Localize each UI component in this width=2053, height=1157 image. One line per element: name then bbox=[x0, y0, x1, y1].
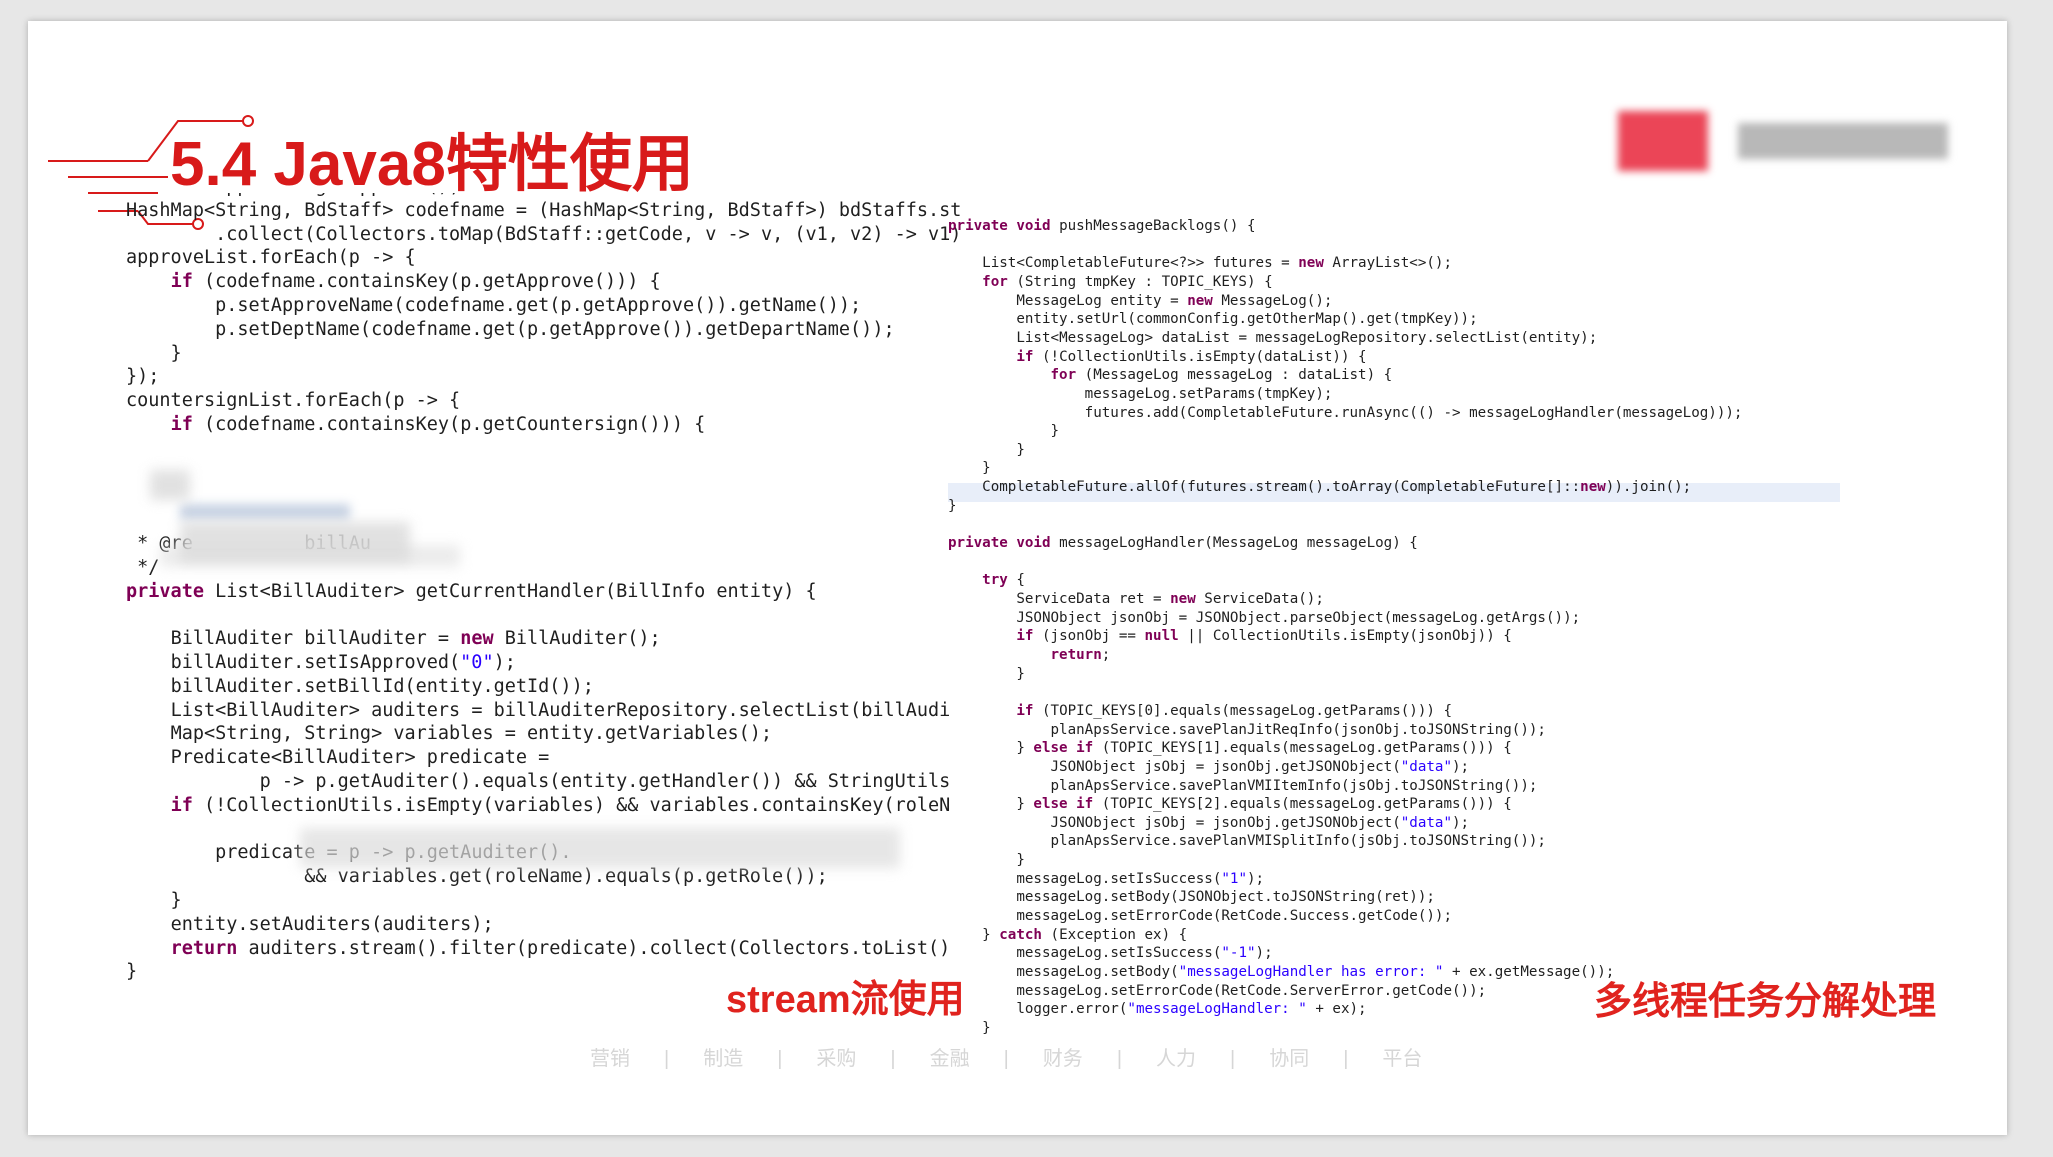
footer-separator: | bbox=[1343, 1048, 1349, 1070]
left-code-line: private List<BillAuditer> getCurrentHand… bbox=[126, 580, 817, 602]
right-code-line: MessageLog entity = new MessageLog(); bbox=[1016, 292, 1333, 309]
left-code-line: if (!CollectionUtils.isEmpty(variables) … bbox=[170, 794, 951, 816]
right-code-line: private void pushMessageBacklogs() { bbox=[948, 218, 1256, 234]
footer-item: 财务 bbox=[1042, 1048, 1083, 1070]
footer-item: 营销 bbox=[590, 1048, 630, 1070]
footer-item: 金融 bbox=[929, 1048, 970, 1070]
left-code-line: billAuditer.setIsApproved("0"); bbox=[170, 652, 516, 673]
right-code-line: entity.setUrl(commonConfig.getOtherMap()… bbox=[1016, 311, 1478, 328]
left-code-line: p.setDeptName(codefname.get(p.getApprove… bbox=[215, 318, 895, 340]
left-code-line: billAuditer.setBillId(entity.getId()); bbox=[170, 675, 594, 697]
footer-separator: | bbox=[777, 1048, 783, 1070]
left-code-line: */ bbox=[126, 556, 160, 578]
footer-separator: | bbox=[1116, 1048, 1123, 1070]
footer-item: 人力 bbox=[1156, 1048, 1197, 1070]
right-code-line: futures.add(CompletableFuture.runAsync((… bbox=[1084, 404, 1743, 421]
left-code-line: if (codefname.containsKey(p.getApprove()… bbox=[170, 271, 661, 293]
blurred-region bbox=[300, 828, 900, 868]
right-code-line: for (String tmpKey : TOPIC_KEYS) { bbox=[982, 273, 1273, 290]
right-code-line: messageLog.setErrorCode(RetCode.ServerEr… bbox=[1016, 982, 1487, 999]
right-code-line: CompletableFuture.allOf(futures.stream()… bbox=[982, 479, 1692, 496]
footer-nav: 营销 | 制造 | 采购 | 金融 | 财务 | 人力 | 协同 | 平台 bbox=[590, 1042, 1422, 1071]
slide-title: 5.4 Java8特性使用 bbox=[170, 130, 694, 199]
right-code-line: JSONObject jsObj = jsonObj.getJSONObject… bbox=[1050, 758, 1470, 775]
blurred-region bbox=[180, 504, 350, 520]
footer-item: 平台 bbox=[1382, 1048, 1423, 1070]
right-code-line: messageLog.setBody(JSONObject.toJSONStri… bbox=[1016, 889, 1435, 906]
left-code-line: return auditers.stream().filter(predicat… bbox=[170, 937, 951, 959]
right-code-line: messageLog.setParams(tmpKey); bbox=[1084, 385, 1333, 402]
right-code-line: } bbox=[948, 665, 1025, 682]
left-code-line: BillAuditer billAuditer = new BillAudite… bbox=[170, 628, 661, 650]
company-logo-icon bbox=[1618, 111, 1948, 181]
right-code-line: if (!CollectionUtils.isEmpty(dataList)) … bbox=[1016, 348, 1367, 365]
footer-separator: | bbox=[1003, 1048, 1009, 1070]
left-code-line: approves.getApprove(); bbox=[126, 193, 460, 198]
blurred-region bbox=[150, 470, 190, 500]
caption-multithread: 多线程任务分解处理 bbox=[1594, 981, 1937, 1023]
footer-item: 采购 bbox=[816, 1048, 857, 1070]
right-code-line: } bbox=[948, 460, 991, 477]
left-code-line: }); bbox=[126, 366, 160, 388]
right-code-line: } bbox=[948, 441, 1025, 458]
left-code-line: } bbox=[126, 342, 182, 364]
right-code-line: ServiceData ret = new ServiceData(); bbox=[1016, 591, 1324, 607]
right-code-line: for (MessageLog messageLog : dataList) { bbox=[1050, 367, 1393, 384]
right-code-line: messageLog.setIsSuccess("-1"); bbox=[1016, 945, 1273, 962]
left-code-line: } bbox=[126, 961, 138, 983]
right-code-line: planApsService.savePlanVMISplitInfo(jsOb… bbox=[1050, 833, 1546, 850]
left-code-line: List<BillAuditer> auditers = billAuditer… bbox=[170, 699, 951, 721]
right-code-line: List<MessageLog> dataList = messageLogRe… bbox=[1016, 329, 1598, 346]
right-code-line: return; bbox=[1050, 646, 1111, 663]
right-code-line: } else if (TOPIC_KEYS[2].equals(messageL… bbox=[948, 796, 1512, 813]
left-code-line: Map<String, String> variables = entity.g… bbox=[170, 723, 773, 745]
left-code-line: approveList.forEach(p -> { bbox=[126, 247, 416, 269]
footer-separator: | bbox=[890, 1048, 896, 1070]
caption-stream: stream流使用 bbox=[726, 979, 965, 1021]
right-code-line: JSONObject jsonObj = JSONObject.parseObj… bbox=[1016, 609, 1581, 626]
right-code-line: } else if (TOPIC_KEYS[1].equals(messageL… bbox=[948, 740, 1512, 757]
left-code-block: approves.getApprove();HashMap<String, Bd… bbox=[126, 193, 976, 1013]
blurred-region bbox=[160, 545, 460, 567]
right-code-line: if (jsonObj == null || CollectionUtils.i… bbox=[1016, 628, 1512, 645]
footer-item: 制造 bbox=[703, 1048, 744, 1070]
left-code-line: p.setApproveName(codefname.get(p.getAppr… bbox=[215, 295, 862, 316]
left-code-line: countersignList.forEach(p -> { bbox=[126, 390, 461, 412]
left-code-line: HashMap<String, BdStaff> codefname = (Ha… bbox=[126, 199, 962, 221]
right-code-line: } bbox=[948, 423, 1060, 440]
right-code-line: planApsService.savePlanVMIItemInfo(jsObj… bbox=[1050, 777, 1538, 794]
left-code-line: if (codefname.containsKey(p.getCountersi… bbox=[170, 414, 706, 435]
left-code-line: entity.setAuditers(auditers); bbox=[170, 913, 494, 935]
right-code-line: logger.error("messageLogHandler: " + ex)… bbox=[1016, 1001, 1367, 1018]
right-code-block: private void pushMessageBacklogs() { Lis… bbox=[948, 217, 1878, 1037]
right-code-line: if (TOPIC_KEYS[0].equals(messageLog.getP… bbox=[1016, 702, 1453, 719]
left-code-line: } bbox=[126, 890, 182, 911]
right-code-line: } bbox=[948, 852, 1025, 869]
right-code-line: messageLog.setErrorCode(RetCode.Success.… bbox=[1016, 908, 1453, 925]
right-code-line: try { bbox=[982, 572, 1025, 589]
right-code-line: } catch (Exception ex) { bbox=[948, 926, 1188, 943]
left-code-line: && variables.get(roleName).equals(p.getR… bbox=[126, 866, 828, 888]
left-code-line: p -> p.getAuditer().equals(entity.getHan… bbox=[259, 771, 951, 792]
right-code-line: } bbox=[948, 497, 957, 514]
right-code-line: JSONObject jsObj = jsonObj.getJSONObject… bbox=[1050, 814, 1470, 831]
right-code-line: planApsService.savePlanJitReqInfo(jsonOb… bbox=[1050, 721, 1546, 738]
left-code-line: Predicate<BillAuditer> predicate = bbox=[170, 747, 550, 769]
right-code-line: messageLog.setBody("messageLogHandler ha… bbox=[1016, 964, 1615, 980]
right-code-line: private void messageLogHandler(MessageLo… bbox=[948, 535, 1418, 552]
left-code-line: .collect(Collectors.toMap(BdStaff::getCo… bbox=[126, 223, 962, 245]
footer-separator: | bbox=[664, 1048, 670, 1070]
right-code-line: messageLog.setIsSuccess("1"); bbox=[1016, 870, 1265, 887]
right-code-line: List<CompletableFuture<?>> futures = new… bbox=[982, 255, 1453, 272]
footer-separator: | bbox=[1230, 1048, 1236, 1070]
footer-item: 协同 bbox=[1269, 1048, 1310, 1070]
